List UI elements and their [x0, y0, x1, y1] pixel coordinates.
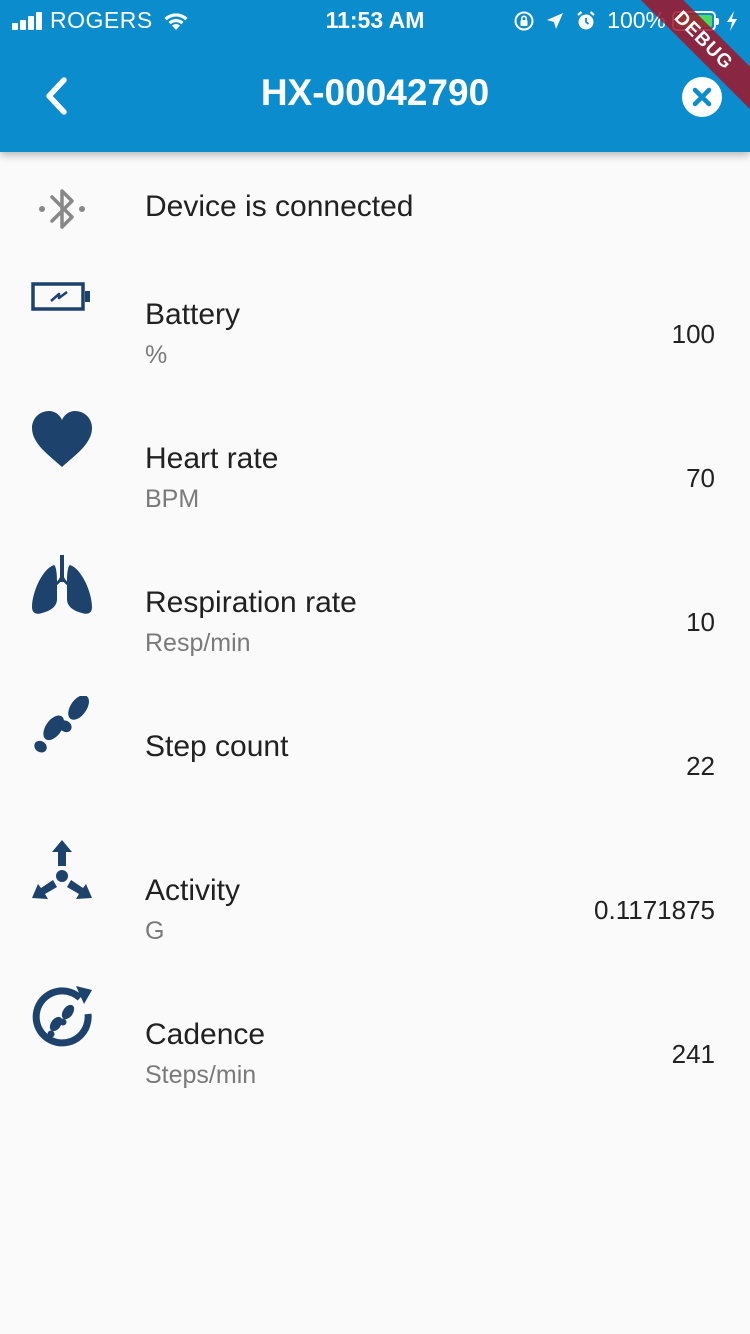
metric-label: Step count — [145, 730, 289, 763]
metric-label: Respiration rate — [145, 586, 357, 619]
disconnect-button[interactable] — [682, 77, 722, 117]
metric-label: Battery — [145, 298, 241, 331]
cadence-icon — [32, 986, 92, 1047]
heart-icon — [32, 411, 92, 467]
metric-value: 10 — [686, 607, 715, 637]
footprints-icon — [34, 696, 89, 753]
alarm-icon — [577, 10, 595, 29]
connection-status-label: Device is connected — [145, 190, 414, 223]
metric-row-heart-rate: Heart rate BPM 70 — [0, 408, 750, 552]
metrics-list: Device is connected Battery % 100 Heart … — [0, 152, 750, 1128]
metric-value: 241 — [671, 1039, 715, 1069]
orientation-lock-icon — [514, 11, 534, 30]
metric-unit: G — [145, 917, 165, 945]
close-icon — [692, 87, 712, 107]
activity-arrows-icon — [32, 840, 92, 899]
metric-unit: BPM — [145, 485, 200, 513]
metric-row-battery: Battery % 100 — [0, 264, 750, 408]
metric-row-activity: Activity G 0.1171875 — [0, 840, 750, 984]
bluetooth-connected-icon — [39, 189, 85, 229]
charging-bolt-icon — [727, 10, 737, 31]
metric-unit: Steps/min — [145, 1061, 257, 1089]
metric-label: Activity — [145, 874, 241, 907]
metric-value: 100 — [671, 319, 715, 349]
metric-label: Heart rate — [145, 442, 279, 475]
metric-value: 0.1171875 — [594, 895, 715, 925]
metric-unit: Resp/min — [145, 629, 251, 657]
metric-value: 22 — [686, 751, 715, 781]
metric-row-step-count: Step count 22 — [0, 696, 750, 840]
lungs-icon — [32, 555, 92, 614]
connection-status-row: Device is connected — [0, 152, 750, 264]
app-bar: ROGERS 11:53 AM 100% HX-00042790 — [0, 0, 750, 152]
status-bar: ROGERS 11:53 AM 100% — [0, 0, 750, 40]
metric-row-respiration-rate: Respiration rate Resp/min 10 — [0, 552, 750, 696]
location-arrow-icon — [547, 12, 564, 29]
metric-row-cadence: Cadence Steps/min 241 — [0, 984, 750, 1128]
metric-label: Cadence — [145, 1018, 266, 1051]
battery-charging-icon — [31, 282, 90, 311]
page-title: HX-00042790 — [260, 72, 490, 113]
metric-unit: % — [145, 341, 168, 369]
metric-value: 70 — [686, 463, 715, 493]
